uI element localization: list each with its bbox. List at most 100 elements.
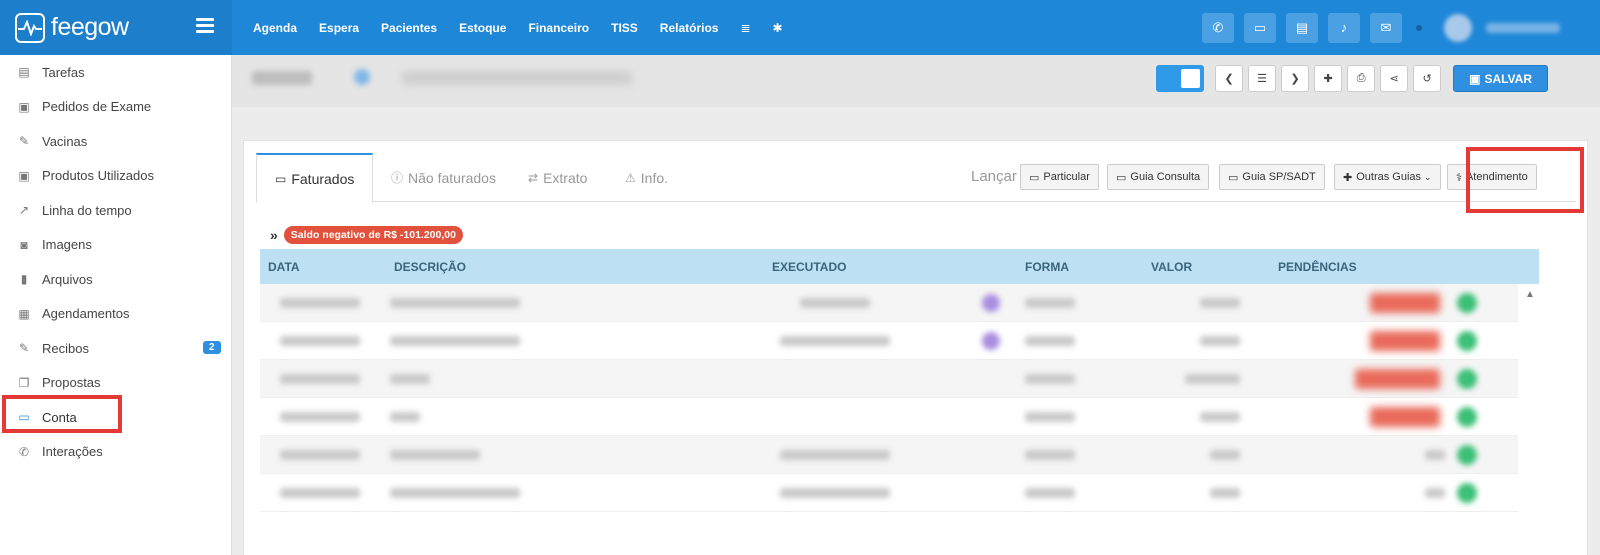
sidebar-item-recibos[interactable]: ✎ Recibos 2 <box>0 331 231 366</box>
nav-espera[interactable]: Espera <box>319 21 359 35</box>
tab-info[interactable]: ⚠ Info. <box>625 153 668 202</box>
chevron-left-icon[interactable]: ❮ <box>1215 65 1244 92</box>
sidebar-item-interacoes[interactable]: ✆ Interações <box>0 435 231 470</box>
sidebar-item-produtos[interactable]: ▣ Produtos Utilizados <box>0 159 231 194</box>
sidebar-item-agendamentos[interactable]: ▦ Agendamentos <box>0 297 231 332</box>
nav-financeiro[interactable]: Financeiro <box>528 21 589 35</box>
history-icon[interactable]: ↺ <box>1413 65 1442 92</box>
plus-icon[interactable]: ✚ <box>1314 65 1343 92</box>
negative-balance-badge: Saldo negativo de R$ -101.200,00 <box>283 226 463 244</box>
top-navigation: Agenda Espera Pacientes Estoque Financei… <box>253 0 805 55</box>
button-label: Guia SP/SADT <box>1242 171 1316 183</box>
nav-agenda[interactable]: Agenda <box>253 21 297 35</box>
sidebar-item-label: Vacinas <box>42 133 88 149</box>
col-executado[interactable]: EXECUTADO <box>772 260 846 274</box>
card-icon: ▭ <box>1228 171 1239 184</box>
hamburger-menu-icon[interactable] <box>196 18 214 36</box>
balance-alert: » Saldo negativo de R$ -101.200,00 <box>270 226 463 244</box>
patient-header: ❮ ☰ ❯ ✚ ⎙ ⋖ ↺ ▣ SALVAR <box>232 55 1600 107</box>
table-row[interactable] <box>260 360 1518 398</box>
chevron-right-icon[interactable]: ❯ <box>1281 65 1310 92</box>
sidebar-item-tarefas[interactable]: ▤ Tarefas <box>0 55 231 90</box>
nav-relatorios[interactable]: Relatórios <box>660 21 719 35</box>
tab-label: Info. <box>640 169 669 186</box>
heartbeat-logo-icon <box>15 12 45 43</box>
chevron-down-icon: ⌄ <box>1424 171 1432 182</box>
tab-label: Não faturados <box>408 169 496 186</box>
sidebar-item-linha-tempo[interactable]: ↗ Linha do tempo <box>0 193 231 228</box>
sidebar-item-arquivos[interactable]: ▮ Arquivos <box>0 262 231 297</box>
brand-name: feegow <box>51 13 129 41</box>
card-icon[interactable]: ▤ <box>1286 12 1318 43</box>
patient-details-blurred <box>402 71 632 85</box>
database-icon[interactable]: ≣ <box>740 21 750 35</box>
tab-nao-faturados[interactable]: ⓘ Não faturados <box>391 153 496 202</box>
sidebar-item-label: Arquivos <box>42 271 93 287</box>
account-panel: ▭ Faturados ⓘ Não faturados ⇄ Extrato ⚠ Info… <box>243 140 1588 555</box>
card-icon: ▭ <box>1116 171 1127 184</box>
nav-estoque[interactable]: Estoque <box>459 21 506 35</box>
tab-bar: ▭ Faturados ⓘ Não faturados ⇄ Extrato ⚠ Info… <box>256 153 1576 203</box>
camera-icon: ◙ <box>20 237 28 252</box>
sidebar-item-pedidos-exame[interactable]: ▣ Pedidos de Exame <box>0 90 231 125</box>
scroll-up-icon[interactable]: ▲ <box>1525 289 1535 300</box>
share-icon[interactable]: ⋖ <box>1380 65 1409 92</box>
top-right-actions: ✆ ▭ ▤ ♪ ✉ <box>1202 0 1600 55</box>
sidebar-item-label: Pedidos de Exame <box>42 99 152 115</box>
bell-icon[interactable]: ♪ <box>1328 12 1360 43</box>
info-icon: ⓘ <box>391 171 404 185</box>
toggle-switch[interactable] <box>1156 65 1205 92</box>
top-bar: feegow Agenda Espera Pacientes Estoque F… <box>0 0 1600 55</box>
outras-guias-button[interactable]: ✚ Outras Guias ⌄ <box>1334 164 1441 190</box>
sidebar-item-label: Interações <box>42 444 103 460</box>
guia-consulta-button[interactable]: ▭ Guia Consulta <box>1107 164 1210 190</box>
table-row[interactable] <box>260 436 1518 474</box>
nav-pacientes[interactable]: Pacientes <box>381 21 437 35</box>
tab-label: Extrato <box>543 169 588 186</box>
sidebar-item-label: Tarefas <box>42 64 85 80</box>
file-icon: ▮ <box>20 272 28 287</box>
plus-icon: ✚ <box>1343 171 1353 184</box>
box-icon: ▣ <box>18 168 30 183</box>
user-name-blurred[interactable] <box>1486 22 1560 33</box>
sidebar-item-label: Propostas <box>42 375 101 391</box>
avatar[interactable] <box>1444 13 1472 42</box>
sidebar-item-imagens[interactable]: ◙ Imagens <box>0 228 231 263</box>
list-icon[interactable]: ☰ <box>1248 65 1277 92</box>
money-icon: ▭ <box>1029 171 1040 184</box>
tab-extrato[interactable]: ⇄ Extrato <box>528 153 587 202</box>
phone-icon[interactable]: ✆ <box>1202 12 1234 43</box>
save-button[interactable]: ▣ SALVAR <box>1453 65 1548 92</box>
col-descricao[interactable]: DESCRIÇÃO <box>394 260 466 274</box>
gear-icon[interactable]: ✱ <box>773 21 783 35</box>
col-data[interactable]: DATA <box>268 260 300 274</box>
money-icon: ▭ <box>275 171 287 186</box>
tab-faturados[interactable]: ▭ Faturados <box>256 153 374 203</box>
phone-icon: ✆ <box>18 444 30 459</box>
status-dot <box>1416 24 1422 31</box>
sidebar: ▤ Tarefas ▣ Pedidos de Exame ✎ Vacinas ▣ Pro… <box>0 55 232 555</box>
line-chart-icon: ↗ <box>18 203 30 218</box>
inbox-icon[interactable]: ▭ <box>1244 12 1276 43</box>
table-row[interactable] <box>260 284 1518 322</box>
tab-label: Faturados <box>291 170 355 187</box>
sidebar-item-label: Produtos Utilizados <box>42 168 154 184</box>
print-icon[interactable]: ⎙ <box>1347 65 1376 92</box>
table-row[interactable] <box>260 474 1518 512</box>
highlight-conta <box>2 395 122 433</box>
nav-tiss[interactable]: TISS <box>611 21 638 35</box>
col-valor[interactable]: VALOR <box>1151 260 1192 274</box>
edit-icon: ✎ <box>18 341 30 356</box>
sidebar-item-vacinas[interactable]: ✎ Vacinas <box>0 124 231 159</box>
count-badge: 2 <box>203 341 221 354</box>
table-row[interactable] <box>260 398 1518 436</box>
raquo: » <box>270 227 278 243</box>
table-row[interactable] <box>260 322 1518 360</box>
col-pendencias[interactable]: PENDÊNCIAS <box>1278 260 1357 274</box>
guia-sp-sadt-button[interactable]: ▭ Guia SP/SADT <box>1219 164 1325 190</box>
particular-button[interactable]: ▭ Particular <box>1020 164 1099 190</box>
col-forma[interactable]: FORMA <box>1025 260 1069 274</box>
warning-icon: ⚠ <box>625 170 636 185</box>
highlight-atendimento <box>1466 147 1584 213</box>
chat-icon[interactable]: ✉ <box>1370 12 1402 43</box>
